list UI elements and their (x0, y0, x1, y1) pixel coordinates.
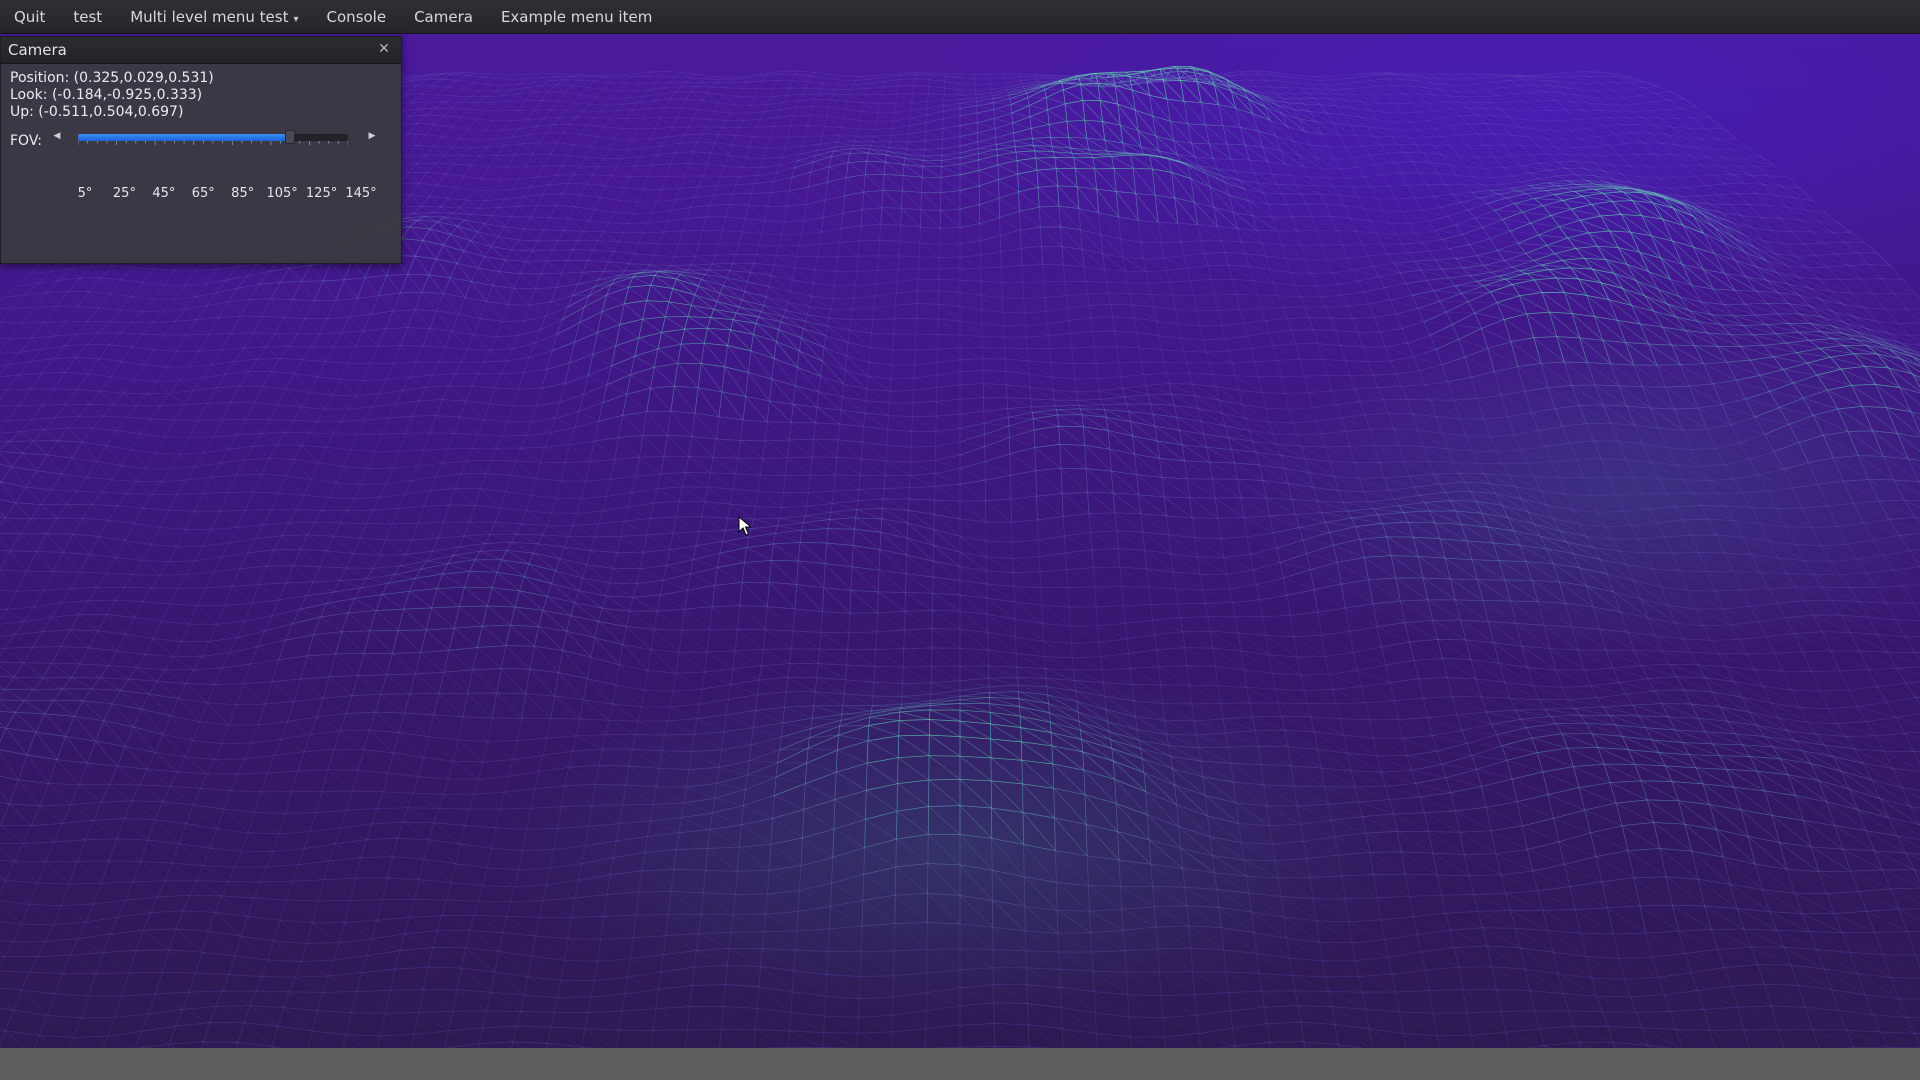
menu-quit[interactable]: Quit (0, 0, 59, 34)
menu-multi-level-label: Multi level menu test (130, 7, 289, 26)
mouse-pointer-icon (738, 516, 752, 536)
menu-quit-label: Quit (14, 7, 46, 26)
fov-tick-label: 65° (191, 186, 215, 201)
fov-slider[interactable] (78, 129, 348, 147)
fov-slider-fill (78, 134, 291, 141)
menu-test[interactable]: test (59, 0, 116, 34)
menu-console-label: Console (326, 7, 387, 26)
camera-panel-titlebar[interactable]: Camera ✕ (1, 37, 401, 64)
menu-camera-label: Camera (414, 7, 473, 26)
application-window: Quit test Multi level menu test ▾ Console… (0, 0, 1920, 1080)
menu-camera[interactable]: Camera (400, 0, 487, 34)
close-icon[interactable]: ✕ (377, 40, 391, 58)
arrow-left-icon[interactable]: ◀ (48, 127, 66, 145)
fov-tick-label: 45° (152, 186, 176, 201)
menu-test-label: test (73, 7, 103, 26)
fov-slider-ticks (78, 141, 348, 145)
fov-tick-label: 145° (345, 186, 377, 201)
camera-position-text: Position: (0.325,0.029,0.531) (10, 70, 214, 86)
fov-tick-label: 5° (77, 186, 93, 201)
fov-tick-label: 25° (112, 186, 136, 201)
fov-label: FOV: (10, 133, 42, 149)
arrow-right-icon[interactable]: ▶ (363, 127, 381, 145)
menu-multi-level[interactable]: Multi level menu test ▾ (116, 0, 312, 34)
fov-tick-label: 125° (305, 186, 338, 201)
camera-up-text: Up: (-0.511,0.504,0.697) (10, 104, 184, 120)
status-bar (0, 1048, 1920, 1080)
menu-bar: Quit test Multi level menu test ▾ Console… (0, 0, 1920, 34)
camera-panel: Camera ✕ Position: (0.325,0.029,0.531) L… (0, 36, 402, 264)
fov-tick-label: 105° (266, 186, 298, 201)
fov-slider-track[interactable] (78, 134, 348, 141)
camera-look-text: Look: (-0.184,-0.925,0.333) (10, 87, 203, 103)
menu-example[interactable]: Example menu item (487, 0, 666, 34)
chevron-down-icon: ▾ (293, 13, 299, 25)
camera-panel-title: Camera (8, 41, 67, 59)
menu-example-label: Example menu item (500, 7, 653, 26)
menu-console[interactable]: Console (313, 0, 401, 34)
fov-slider-handle[interactable] (285, 130, 296, 144)
fov-tick-label: 85° (231, 186, 255, 201)
